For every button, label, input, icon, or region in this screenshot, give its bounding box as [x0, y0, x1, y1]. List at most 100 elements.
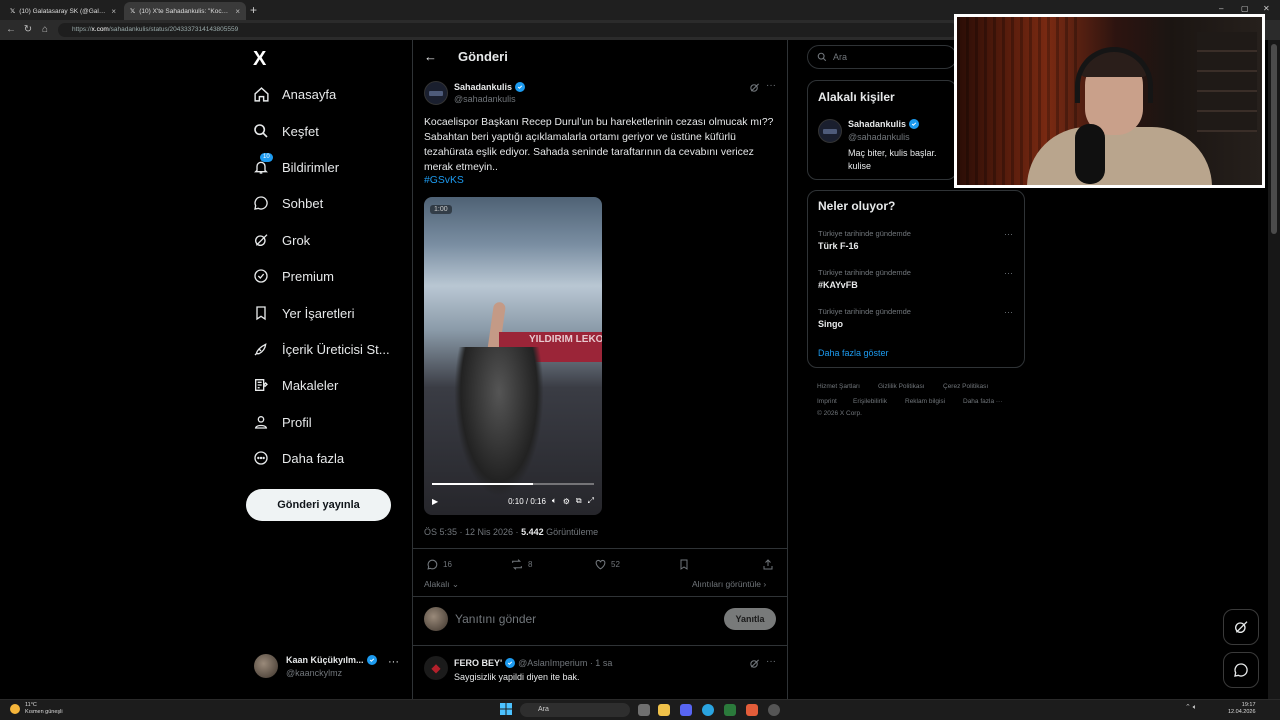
post-button[interactable]: Gönderi yayınla [246, 489, 391, 521]
related-link[interactable]: Alakalı ⌄ [424, 579, 459, 590]
video-progress-bar[interactable] [432, 483, 594, 485]
minimize-button[interactable]: – [1219, 4, 1223, 13]
comment-avatar[interactable]: ◆ [424, 656, 448, 680]
footer-link[interactable]: Daha fazla ··· [963, 398, 1002, 405]
grok-icon [1235, 621, 1248, 633]
volume-icon[interactable]: 🔈︎ [552, 496, 557, 506]
page-scrollbar[interactable] [1268, 40, 1280, 700]
person-name-row[interactable]: Sahadankulis [848, 119, 920, 129]
footer-link[interactable]: Gizlilik Politikası [878, 383, 925, 390]
author-handle[interactable]: @sahadankulis [454, 94, 516, 104]
windows-start-icon[interactable] [500, 703, 514, 717]
repost-icon [512, 559, 522, 570]
settings-icon[interactable]: ⚙︎ [563, 497, 570, 506]
nav-item-explore[interactable]: Keşfet [252, 117, 319, 145]
discord-icon[interactable] [680, 704, 692, 716]
author-name-row[interactable]: Sahadankulis [454, 82, 526, 92]
nav-item-creator-studio[interactable]: İçerik Üreticisi St... [252, 335, 390, 363]
nav-item-premium[interactable]: Premium [252, 262, 334, 290]
account-more-icon[interactable]: ··· [388, 656, 399, 668]
person-avatar[interactable] [818, 119, 842, 143]
browser-tab-galatasaray[interactable]: 𝕏 (10) Galatasaray SK (@Galatasaray × [4, 2, 122, 20]
chevron-right-icon: › [760, 579, 767, 589]
trend-more-icon[interactable]: ··· [1004, 229, 1013, 239]
x-logo-icon[interactable]: X [253, 48, 266, 71]
nav-item-chat[interactable]: Sohbet [252, 189, 323, 217]
trend-item[interactable]: Türk F-16 [818, 241, 859, 251]
comment-author-name: FERO BEY' [454, 658, 503, 668]
share-action-button[interactable] [762, 558, 774, 571]
nav-item-profile[interactable]: Profil [252, 408, 312, 436]
app-icon[interactable] [724, 704, 736, 716]
browser-tab-sahadankulis[interactable]: 𝕏 (10) X'te Sahadankulis: "Kocaelisp × [124, 2, 246, 20]
trend-item[interactable]: Singo [818, 319, 843, 329]
clock-date: 12.04.2026 [1228, 709, 1256, 715]
back-arrow-icon[interactable]: ← [424, 49, 437, 64]
back-icon[interactable]: ← [4, 23, 18, 37]
tab-close-icon[interactable]: × [235, 7, 240, 16]
trend-more-icon[interactable]: ··· [1004, 307, 1013, 317]
hashtag-link[interactable]: #GSvKS [424, 175, 464, 186]
play-icon[interactable]: ▶ [432, 497, 438, 506]
trend-context: Türkiye tarihinde gündemde [818, 307, 911, 316]
video-player[interactable]: YILDIRIM LEKO 1:00 ▶ 0:10 / 0:16 🔈︎ ⚙︎ ⧉… [424, 197, 602, 515]
nav-item-label: Keşfet [282, 123, 319, 139]
author-avatar[interactable] [424, 81, 448, 105]
home-browser-icon[interactable]: ⌂ [38, 23, 52, 37]
maximize-button[interactable]: ▢ [1241, 4, 1249, 13]
nav-item-articles[interactable]: Makaleler [252, 371, 338, 399]
grok-float-button[interactable] [1223, 609, 1259, 645]
taskbar-clock[interactable]: 19:17 12.04.2026 [1228, 702, 1256, 716]
nav-item-bookmarks[interactable]: Yer İşaretleri [252, 299, 355, 327]
footer-link[interactable]: Reklam bilgisi [905, 398, 945, 405]
app-icon[interactable] [746, 704, 758, 716]
view-count: 5.442 [521, 527, 544, 537]
bookmark-action-button[interactable] [678, 558, 690, 571]
grok-explain-icon[interactable] [749, 658, 760, 669]
tab-title: (10) X'te Sahadankulis: "Kocaelisp [139, 7, 232, 15]
grok-explain-icon[interactable] [749, 82, 760, 93]
reply-submit-button[interactable]: Yanıtla [724, 608, 776, 630]
post-more-icon[interactable]: ··· [766, 80, 776, 91]
video-controls: ▶ 0:10 / 0:16 🔈︎ ⚙︎ ⧉ ⤢ [424, 487, 602, 515]
trend-more-icon[interactable]: ··· [1004, 268, 1013, 278]
footer-link[interactable]: Erişilebilirlik [853, 398, 887, 405]
search-input[interactable]: Ara [807, 45, 957, 69]
pip-icon[interactable]: ⧉ [576, 496, 582, 506]
system-tray[interactable]: ⌃ 🔈︎ [1185, 703, 1197, 712]
edge-icon[interactable] [702, 704, 714, 716]
like-action-button[interactable]: 52 [594, 558, 620, 571]
taskbar-search[interactable]: Ara [520, 703, 630, 717]
footer-link[interactable]: Hizmet Şartları [817, 383, 860, 390]
close-window-button[interactable]: ✕ [1263, 4, 1270, 13]
show-more-link[interactable]: Daha fazla göster [818, 348, 889, 358]
fullscreen-icon[interactable]: ⤢ [588, 496, 594, 506]
account-name-row[interactable]: Kaan Küçükyılm... [286, 655, 377, 665]
task-view-icon[interactable] [638, 704, 650, 716]
tab-close-icon[interactable]: × [111, 7, 116, 16]
nav-item-notifications[interactable]: 10 Bildirimler [252, 153, 339, 181]
person-handle: @sahadankulis [848, 132, 910, 142]
url-field[interactable]: https://x.com/sahadankulis/status/204333… [58, 23, 958, 37]
nav-item-home[interactable]: Anasayfa [252, 80, 336, 108]
scrollbar-thumb[interactable] [1271, 44, 1277, 234]
comment-more-icon[interactable]: ··· [766, 656, 776, 667]
weather-widget[interactable]: 11°C Kısmen güneşli [10, 702, 63, 716]
reload-icon[interactable]: ↻ [21, 23, 35, 37]
footer-link[interactable]: Çerez Politikası [943, 383, 988, 390]
account-avatar[interactable] [254, 654, 278, 678]
file-explorer-icon[interactable] [658, 704, 670, 716]
nav-item-more[interactable]: Daha fazla [252, 444, 344, 472]
trend-item[interactable]: #KAYvFB [818, 280, 858, 290]
reply-action-button[interactable]: 16 [426, 558, 452, 571]
repost-action-button[interactable]: 8 [510, 558, 532, 571]
new-tab-button[interactable]: + [250, 3, 257, 17]
post-time[interactable]: ÖS 5:35 · 12 Nis 2026 · [424, 527, 521, 537]
nav-item-grok[interactable]: Grok [252, 226, 310, 254]
reply-input[interactable]: Yanıtını gönder [455, 612, 536, 626]
comment-author-row[interactable]: FERO BEY' @AslanImperium · 1 sa [454, 658, 612, 668]
view-quotes-link[interactable]: Alıntıları görüntüle › [692, 579, 766, 589]
app-icon[interactable] [768, 704, 780, 716]
messages-float-button[interactable] [1223, 652, 1259, 688]
footer-link[interactable]: Imprint [817, 398, 837, 405]
